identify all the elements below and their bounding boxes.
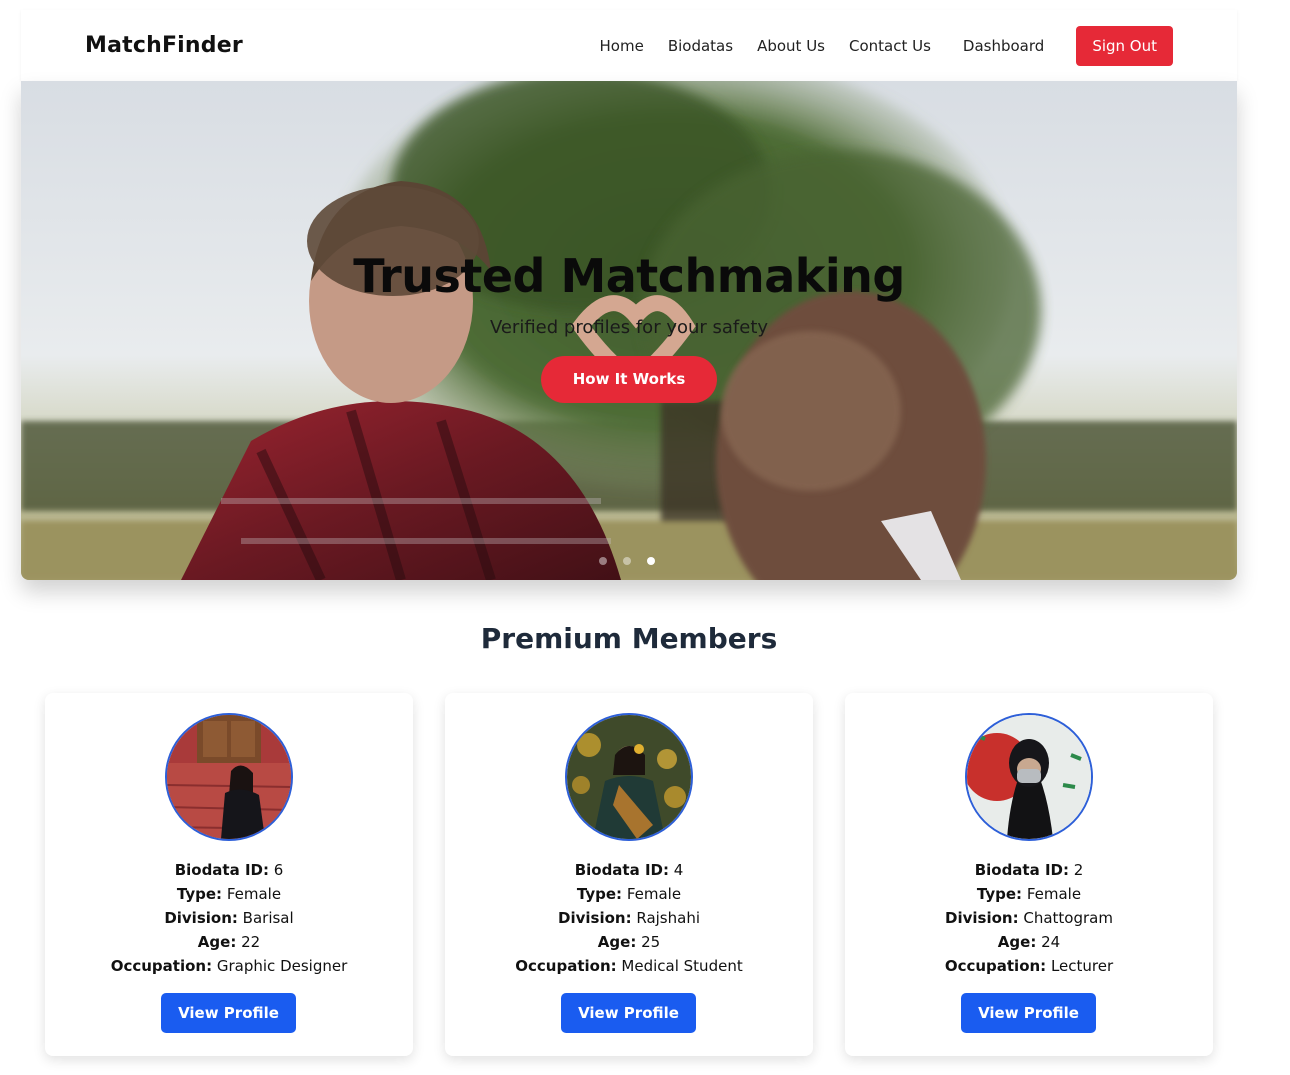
division-label: Division: [164,909,238,927]
age-value: 22 [241,933,261,951]
nav-link-about-us[interactable]: About Us [757,37,825,55]
brand-logo[interactable]: MatchFinder [85,33,243,58]
view-profile-button[interactable]: View Profile [961,993,1096,1033]
occupation-label: Occupation: [515,957,617,975]
division-row: Division: Barisal [45,906,413,930]
member-card: Biodata ID: 6 Type: Female Division: Bar… [45,693,413,1056]
member-photo [967,715,1091,839]
division-value: Rajshahi [636,909,700,927]
hero-carousel: Trusted Matchmaking Verified profiles fo… [21,81,1237,580]
avatar [565,713,693,841]
nav-link-dashboard[interactable]: Dashboard [963,37,1044,55]
type-value: Female [626,885,682,903]
division-value: Barisal [242,909,294,927]
nav-link-biodatas[interactable]: Biodatas [668,37,733,55]
age-row: Age: 24 [845,930,1213,954]
biodata-id-row: Biodata ID: 6 [45,858,413,882]
carousel-dot-3[interactable] [647,557,655,565]
member-info: Biodata ID: 4 Type: Female Division: Raj… [445,858,813,978]
sign-out-button[interactable]: Sign Out [1076,25,1173,66]
hero-subtitle: Verified profiles for your safety [489,317,769,338]
biodata-id-row: Biodata ID: 2 [845,858,1213,882]
how-it-works-button[interactable]: How It Works [540,356,718,403]
type-row: Type: Female [45,882,413,906]
age-label: Age: [597,933,637,951]
carousel-dot-1[interactable] [599,557,607,565]
biodata-id-label: Biodata ID: [574,861,669,879]
type-value: Female [1026,885,1082,903]
occupation-row: Occupation: Graphic Designer [45,954,413,978]
member-photo [567,715,691,839]
division-row: Division: Chattogram [845,906,1213,930]
biodata-id-label: Biodata ID: [174,861,269,879]
member-photo [167,715,291,839]
biodata-id-value: 6 [273,861,284,879]
age-row: Age: 25 [445,930,813,954]
avatar [965,713,1093,841]
occupation-label: Occupation: [110,957,213,975]
biodata-id-value: 2 [1073,861,1084,879]
hero-content: Trusted Matchmaking Verified profiles fo… [21,249,1237,403]
occupation-label: Occupation: [944,957,1047,975]
division-label: Division: [558,909,632,927]
occupation-row: Occupation: Medical Student [445,954,813,978]
occupation-value: Graphic Designer [216,957,348,975]
nav-link-contact-us[interactable]: Contact Us [849,37,931,55]
occupation-value: Lecturer [1050,957,1114,975]
division-value: Chattogram [1023,909,1113,927]
premium-members-title: Premium Members [480,622,778,655]
view-profile-button[interactable]: View Profile [561,993,696,1033]
age-value: 25 [641,933,661,951]
occupation-value: Medical Student [621,957,743,975]
type-row: Type: Female [845,882,1213,906]
biodata-id-row: Biodata ID: 4 [445,858,813,882]
division-row: Division: Rajshahi [445,906,813,930]
member-card: Biodata ID: 4 Type: Female Division: Raj… [445,693,813,1056]
member-card: Biodata ID: 2 Type: Female Division: Cha… [845,693,1213,1056]
member-info: Biodata ID: 6 Type: Female Division: Bar… [45,858,413,978]
carousel-dots [599,557,671,565]
biodata-id-label: Biodata ID: [974,861,1069,879]
member-info: Biodata ID: 2 Type: Female Division: Cha… [845,858,1213,978]
carousel-dot-2[interactable] [623,557,631,565]
type-label: Type: [176,885,223,903]
navbar: MatchFinder Home Biodatas About Us Conta… [21,10,1237,81]
age-row: Age: 22 [45,930,413,954]
occupation-row: Occupation: Lecturer [845,954,1213,978]
nav-link-home[interactable]: Home [600,37,644,55]
type-value: Female [226,885,282,903]
hero-title: Trusted Matchmaking [353,249,905,303]
type-row: Type: Female [445,882,813,906]
avatar [165,713,293,841]
age-label: Age: [197,933,237,951]
age-label: Age: [997,933,1037,951]
biodata-id-value: 4 [673,861,684,879]
type-label: Type: [976,885,1023,903]
age-value: 24 [1041,933,1061,951]
type-label: Type: [576,885,623,903]
nav-links: Home Biodatas About Us Contact Us Dashbo… [576,25,1173,66]
view-profile-button[interactable]: View Profile [161,993,296,1033]
division-label: Division: [945,909,1019,927]
